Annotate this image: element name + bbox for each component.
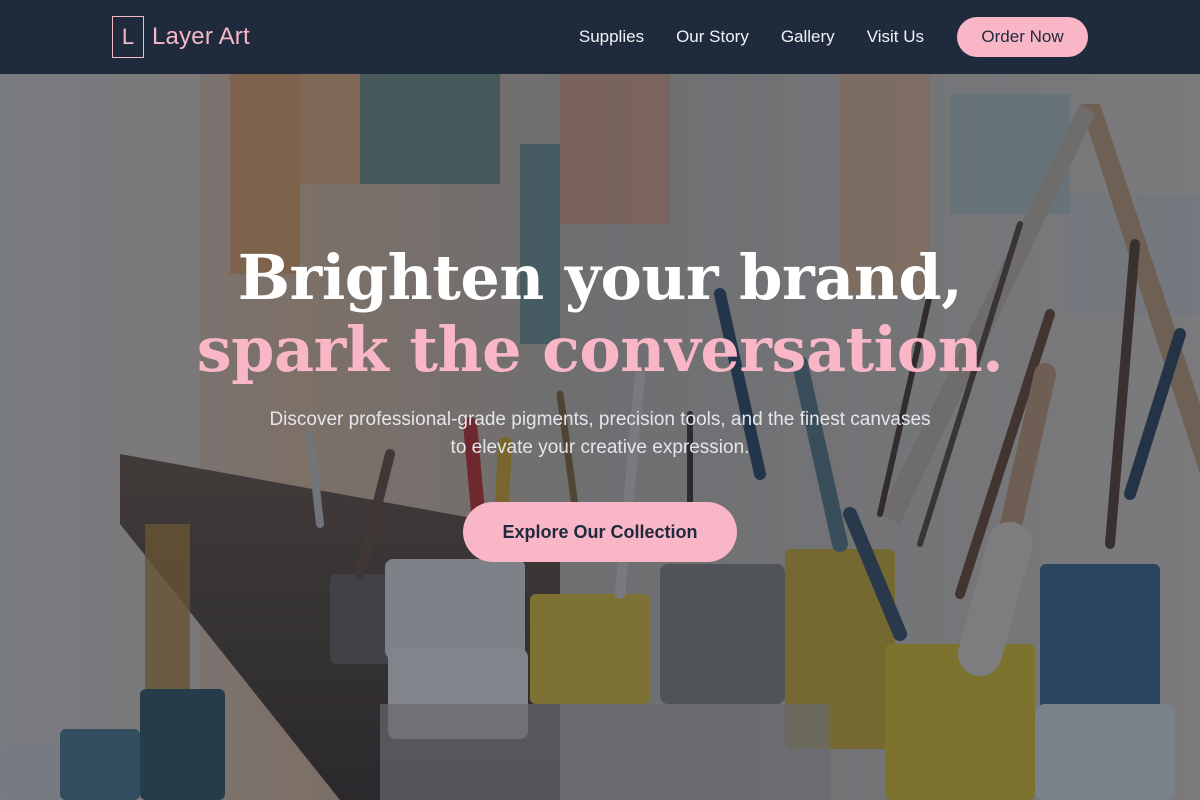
top-navigation: L Layer Art Supplies Our Story Gallery V… (0, 0, 1200, 74)
nav-links: Supplies Our Story Gallery Visit Us Orde… (579, 17, 1088, 57)
nav-link-visit-us[interactable]: Visit Us (867, 27, 924, 47)
explore-collection-button[interactable]: Explore Our Collection (463, 502, 737, 562)
nav-link-our-story[interactable]: Our Story (676, 27, 749, 47)
nav-link-gallery[interactable]: Gallery (781, 27, 835, 47)
hero-headline-line-2: spark the conversation. (196, 313, 1004, 386)
brand-name: Layer Art (152, 23, 250, 50)
brand-logo[interactable]: L Layer Art (112, 16, 250, 58)
order-now-button[interactable]: Order Now (957, 17, 1088, 57)
hero-subtext: Discover professional-grade pigments, pr… (269, 409, 931, 458)
hero-headline-line-1: Brighten your brand, (237, 241, 963, 314)
hero-section: Brighten your brand, spark the conversat… (0, 74, 1200, 800)
logo-mark: L (112, 16, 144, 58)
nav-link-supplies[interactable]: Supplies (579, 27, 644, 47)
hero-content: Brighten your brand, spark the conversat… (0, 74, 1200, 800)
